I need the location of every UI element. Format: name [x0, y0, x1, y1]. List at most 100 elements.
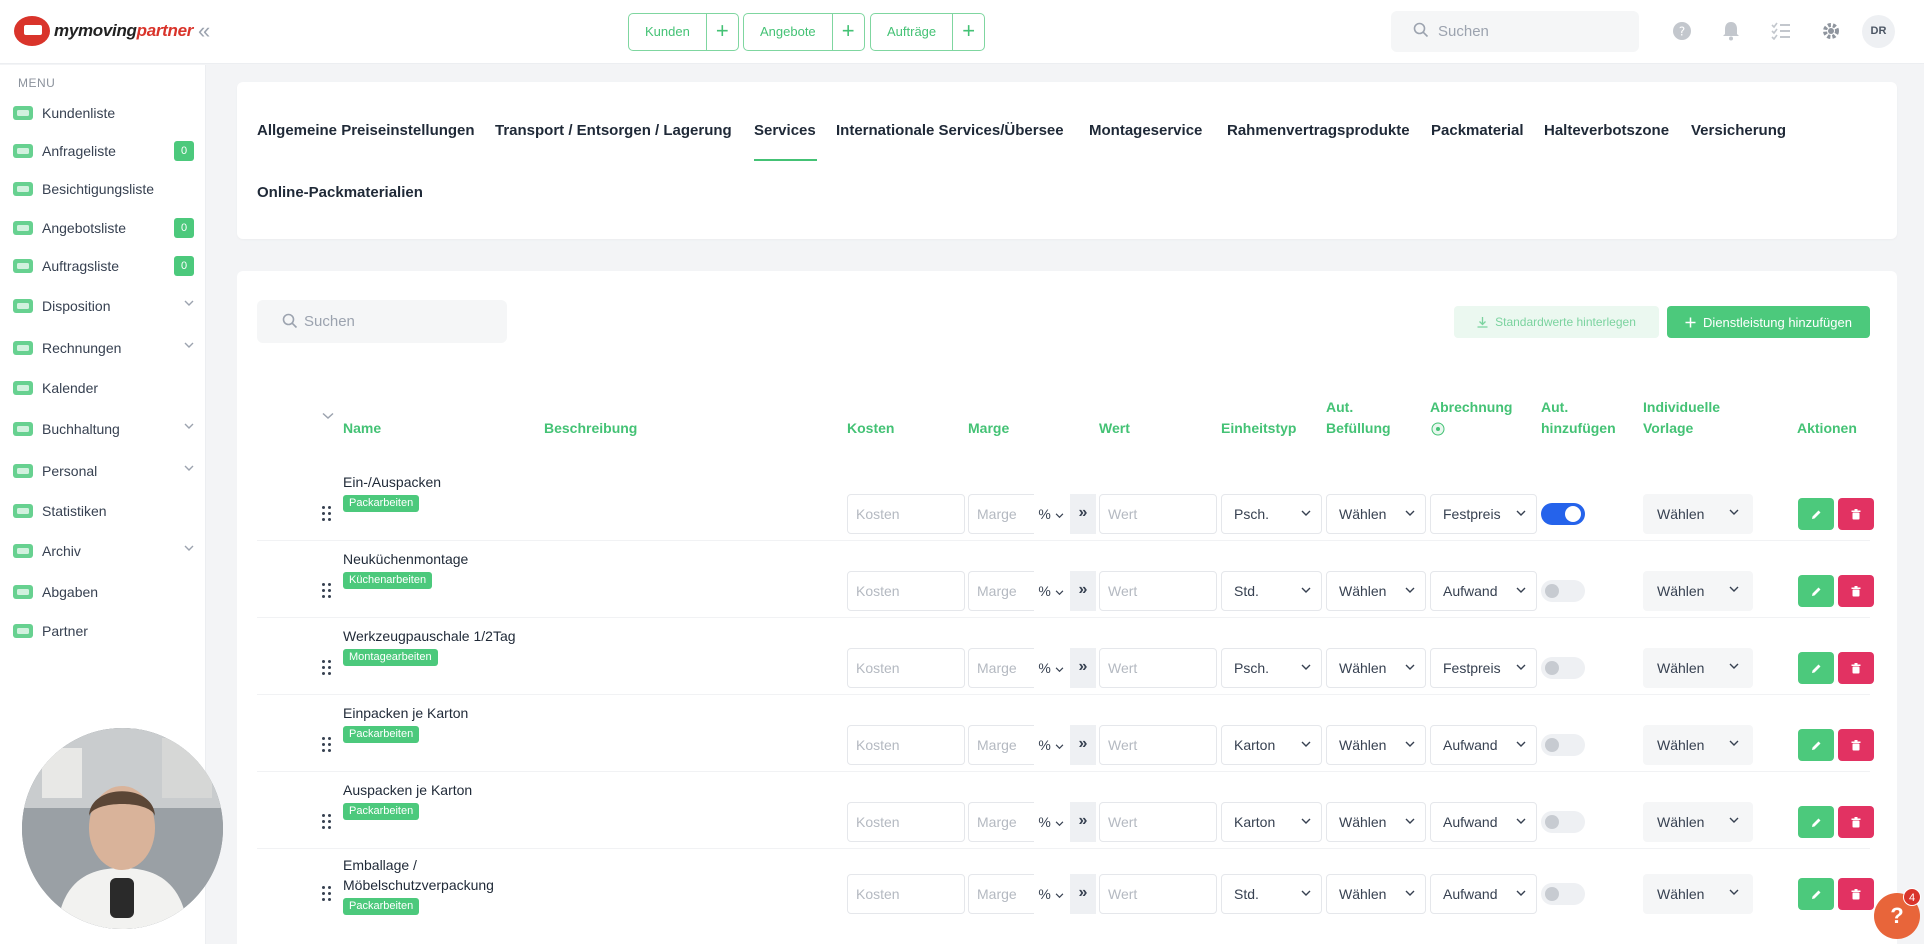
apply-margin-arrow-icon[interactable]: »: [1070, 648, 1096, 688]
add-order-plus-icon[interactable]: +: [953, 14, 984, 50]
margin-input[interactable]: Marge: [968, 802, 1034, 842]
col-header-cost[interactable]: Kosten: [847, 418, 894, 439]
cost-input[interactable]: Kosten: [847, 571, 965, 611]
apply-margin-arrow-icon[interactable]: »: [1070, 725, 1096, 765]
tab-halteverbotszone[interactable]: Halteverbotszone: [1544, 122, 1669, 139]
unit-type-select[interactable]: Std.: [1221, 874, 1322, 914]
cost-input[interactable]: Kosten: [847, 648, 965, 688]
col-header-description[interactable]: Beschreibung: [544, 418, 637, 439]
margin-input[interactable]: Marge: [968, 874, 1034, 914]
auto-add-toggle[interactable]: [1541, 883, 1585, 905]
delete-button[interactable]: [1838, 806, 1874, 838]
margin-input[interactable]: Marge: [968, 648, 1034, 688]
drag-handle-icon[interactable]: [322, 886, 334, 901]
autofill-select[interactable]: Wählen: [1326, 571, 1426, 611]
margin-input[interactable]: Marge: [968, 725, 1034, 765]
delete-button[interactable]: [1838, 729, 1874, 761]
col-header-value[interactable]: Wert: [1099, 418, 1130, 439]
apply-margin-arrow-icon[interactable]: »: [1070, 802, 1096, 842]
delete-button[interactable]: [1838, 575, 1874, 607]
margin-type-select[interactable]: %: [1034, 802, 1068, 842]
drag-handle-icon[interactable]: [322, 660, 334, 675]
set-defaults-button[interactable]: Standardwerte hinterlegen: [1454, 306, 1659, 338]
sidebar-item-buchhaltung[interactable]: Buchhaltung: [0, 414, 206, 444]
autofill-select[interactable]: Wählen: [1326, 725, 1426, 765]
add-service-button[interactable]: Dienstleistung hinzufügen: [1667, 306, 1870, 338]
cost-input[interactable]: Kosten: [847, 494, 965, 534]
unit-type-select[interactable]: Psch.: [1221, 494, 1322, 534]
sidebar-item-kalender[interactable]: Kalender: [0, 373, 206, 403]
add-customer-plus-icon[interactable]: +: [707, 14, 738, 50]
info-icon[interactable]: [1431, 422, 1445, 436]
margin-type-select[interactable]: %: [1034, 494, 1068, 534]
value-input[interactable]: Wert: [1099, 648, 1217, 688]
sidebar-item-partner[interactable]: Partner: [0, 616, 206, 646]
sidebar-item-besichtigungsliste[interactable]: Besichtigungsliste: [0, 174, 206, 204]
auto-add-toggle[interactable]: [1541, 503, 1585, 525]
sidebar-item-anfrageliste[interactable]: Anfrageliste 0: [0, 136, 206, 166]
edit-button[interactable]: [1798, 806, 1834, 838]
unit-type-select[interactable]: Karton: [1221, 725, 1322, 765]
billing-select[interactable]: Aufwand: [1430, 874, 1537, 914]
tab-internationale-services[interactable]: Internationale Services/Übersee: [836, 122, 1064, 139]
edit-button[interactable]: [1798, 498, 1834, 530]
tab-packmaterial[interactable]: Packmaterial: [1431, 122, 1524, 139]
sidebar-item-disposition[interactable]: Disposition: [0, 291, 206, 321]
margin-input[interactable]: Marge: [968, 494, 1034, 534]
quick-orders-button[interactable]: Aufträge: [871, 14, 954, 50]
chevron-down-icon[interactable]: [184, 423, 194, 430]
sidebar-item-kundenliste[interactable]: Kundenliste: [0, 98, 206, 128]
template-select[interactable]: Wählen: [1643, 648, 1753, 688]
autofill-select[interactable]: Wählen: [1326, 802, 1426, 842]
quick-customers-button[interactable]: Kunden: [629, 14, 707, 50]
billing-select[interactable]: Aufwand: [1430, 571, 1537, 611]
margin-input[interactable]: Marge: [968, 571, 1034, 611]
unit-type-select[interactable]: Std.: [1221, 571, 1322, 611]
chevron-down-icon[interactable]: [184, 300, 194, 307]
margin-type-select[interactable]: %: [1034, 725, 1068, 765]
services-search-input[interactable]: Suchen: [257, 300, 507, 343]
template-select[interactable]: Wählen: [1643, 571, 1753, 611]
bell-icon[interactable]: [1720, 20, 1742, 42]
billing-select[interactable]: Festpreis: [1430, 494, 1537, 534]
help-circle-icon[interactable]: ?: [1671, 20, 1693, 42]
app-logo[interactable]: mymovingpartner: [14, 16, 193, 46]
cost-input[interactable]: Kosten: [847, 802, 965, 842]
margin-type-select[interactable]: %: [1034, 648, 1068, 688]
billing-select[interactable]: Aufwand: [1430, 802, 1537, 842]
sidebar-item-angebotsliste[interactable]: Angebotsliste 0: [0, 213, 206, 243]
template-select[interactable]: Wählen: [1643, 725, 1753, 765]
edit-button[interactable]: [1798, 729, 1834, 761]
sidebar-item-personal[interactable]: Personal: [0, 456, 206, 486]
tab-services[interactable]: Services: [754, 122, 816, 139]
tab-allgemeine-preiseinstellungen[interactable]: Allgemeine Preiseinstellungen: [257, 122, 475, 139]
delete-button[interactable]: [1838, 498, 1874, 530]
template-select[interactable]: Wählen: [1643, 874, 1753, 914]
chevron-down-icon[interactable]: [184, 465, 194, 472]
checklist-icon[interactable]: [1770, 20, 1792, 42]
add-offer-plus-icon[interactable]: +: [833, 14, 864, 50]
chevron-down-icon[interactable]: [184, 342, 194, 349]
col-header-unit[interactable]: Einheitstyp: [1221, 418, 1296, 439]
autofill-select[interactable]: Wählen: [1326, 874, 1426, 914]
chevron-down-icon[interactable]: [184, 545, 194, 552]
sidebar-item-abgaben[interactable]: Abgaben: [0, 577, 206, 607]
autofill-select[interactable]: Wählen: [1326, 494, 1426, 534]
collapse-all-chevron-icon[interactable]: [322, 412, 334, 420]
billing-select[interactable]: Aufwand: [1430, 725, 1537, 765]
unit-type-select[interactable]: Psch.: [1221, 648, 1322, 688]
margin-type-select[interactable]: %: [1034, 571, 1068, 611]
sidebar-item-archiv[interactable]: Archiv: [0, 536, 206, 566]
user-avatar[interactable]: DR: [1862, 15, 1895, 48]
sidebar-item-statistiken[interactable]: Statistiken: [0, 496, 206, 526]
auto-add-toggle[interactable]: [1541, 734, 1585, 756]
template-select[interactable]: Wählen: [1643, 494, 1753, 534]
col-header-autoadd[interactable]: Aut. hinzufügen: [1541, 397, 1621, 439]
billing-select[interactable]: Festpreis: [1430, 648, 1537, 688]
cost-input[interactable]: Kosten: [847, 874, 965, 914]
value-input[interactable]: Wert: [1099, 725, 1217, 765]
auto-add-toggle[interactable]: [1541, 811, 1585, 833]
cost-input[interactable]: Kosten: [847, 725, 965, 765]
drag-handle-icon[interactable]: [322, 814, 334, 829]
col-header-margin[interactable]: Marge: [968, 418, 1009, 439]
